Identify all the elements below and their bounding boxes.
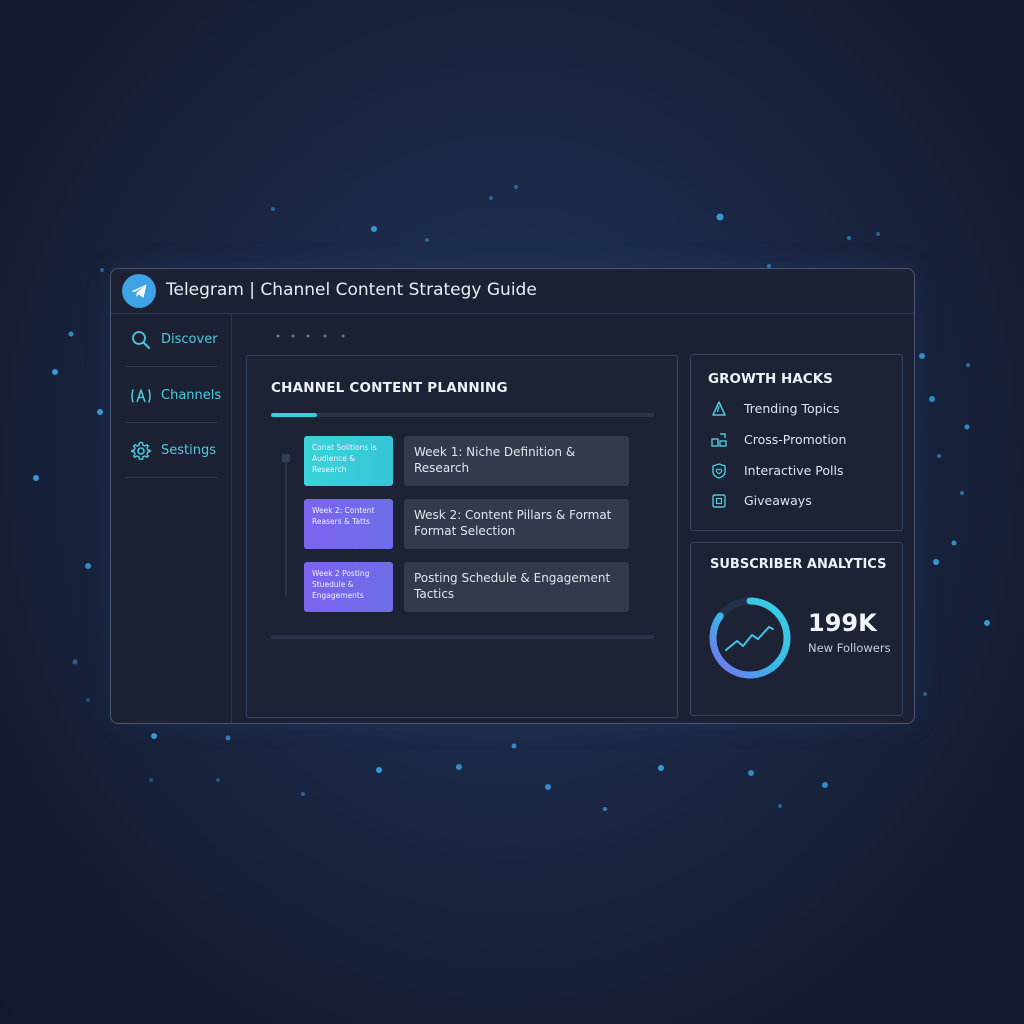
gift-box-icon xyxy=(712,494,726,508)
growth-item-interactive-polls[interactable]: Interactive Polls xyxy=(710,460,890,482)
sidebar-item-channels[interactable]: Channels xyxy=(125,370,221,423)
growth-item-label: Trending Topics xyxy=(744,401,840,416)
panel-title: CHANNEL CONTENT PLANNING xyxy=(271,380,508,396)
sidebar-item-label: Discover xyxy=(161,332,218,347)
sidebar-item-discover[interactable]: Discover xyxy=(125,314,218,367)
week-2-card[interactable]: Wesk 2: Content Pillars & Format Format … xyxy=(404,499,629,549)
subscriber-analytics-panel: SUBSCRIBER ANALYTICS 199K New Followers xyxy=(690,542,903,716)
growth-item-label: Cross-Promotion xyxy=(744,432,847,447)
growth-item-cross-promotion[interactable]: Cross-Promotion xyxy=(710,429,890,451)
trending-triangle-icon xyxy=(712,401,726,416)
week-3-card[interactable]: Posting Schedule & Engagement Tactics xyxy=(404,562,629,612)
title-bar: Telegram | Channel Content Strategy Guid… xyxy=(111,269,914,314)
week-1-card[interactable]: Week 1: Niche Definition & Research xyxy=(404,436,629,486)
sidebar-item-label: Sestings xyxy=(161,443,216,458)
week-2-tag[interactable]: Week 2: Content Reasers & Tatts xyxy=(304,499,393,549)
gear-icon xyxy=(131,441,151,460)
sidebar-item-label: Channels xyxy=(161,388,222,403)
search-icon xyxy=(132,331,150,349)
broadcast-icon xyxy=(131,389,151,403)
telegram-logo-icon xyxy=(122,274,156,308)
new-followers-value: 199K xyxy=(808,609,877,637)
timeline-track xyxy=(285,456,287,596)
analytics-title: SUBSCRIBER ANALYTICS xyxy=(710,557,887,572)
growth-item-giveaways[interactable]: Giveaways xyxy=(710,490,890,512)
growth-hacks-panel: GROWTH HACKS Trending Topics Cross-Promo… xyxy=(690,354,903,531)
trend-line-icon xyxy=(725,626,774,651)
app-window: Telegram | Channel Content Strategy Guid… xyxy=(110,268,915,724)
planning-progress-fill xyxy=(271,413,317,417)
loading-dots xyxy=(276,334,345,338)
week-1-tag[interactable]: Conat Solitions is Audience & Research xyxy=(304,436,393,486)
new-followers-label: New Followers xyxy=(808,641,891,655)
growth-item-label: Interactive Polls xyxy=(744,463,844,478)
growth-item-label: Giveaways xyxy=(744,493,812,508)
share-blocks-icon xyxy=(711,433,727,447)
growth-ring-chart xyxy=(709,597,791,679)
growth-item-trending-topics[interactable]: Trending Topics xyxy=(710,398,890,420)
sidebar-item-settings[interactable]: Sestings xyxy=(125,425,217,478)
heart-badge-icon xyxy=(712,463,726,479)
planning-progress-bar xyxy=(271,413,654,417)
sidebar: Discover Channels Sestings xyxy=(111,314,232,723)
timeline-knob[interactable] xyxy=(282,454,290,462)
week-3-tag[interactable]: Week 2 Posting Stuedule & Engagements xyxy=(304,562,393,612)
window-title: Telegram | Channel Content Strategy Guid… xyxy=(166,280,537,300)
growth-hacks-title: GROWTH HACKS xyxy=(708,371,833,387)
planning-scrollbar[interactable] xyxy=(271,635,654,639)
content-planning-panel: CHANNEL CONTENT PLANNING Conat Solitions… xyxy=(246,355,678,718)
